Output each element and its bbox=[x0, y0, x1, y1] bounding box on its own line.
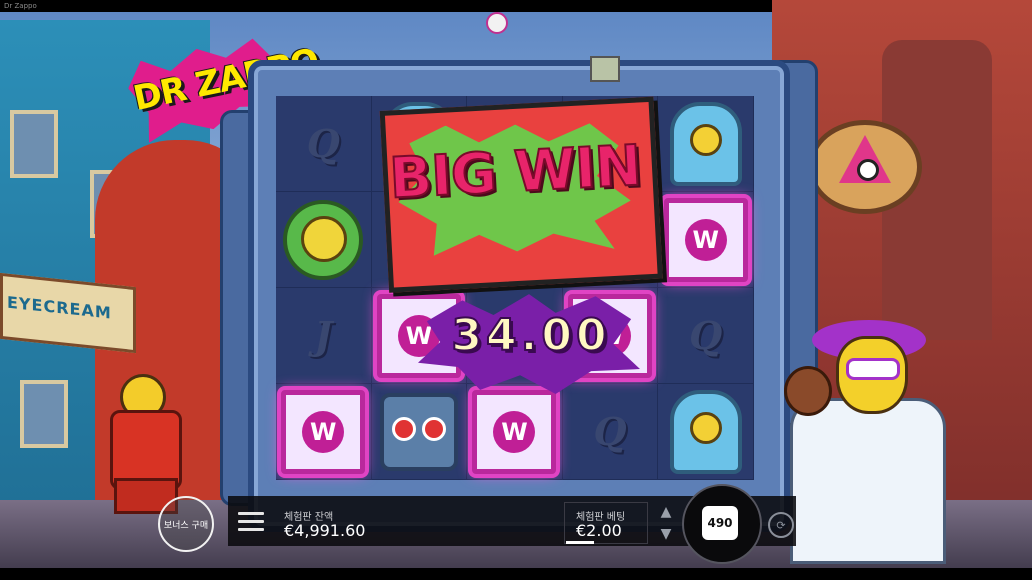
eyecream-shop-sign: EYECREAM bbox=[0, 272, 136, 354]
big-win-text: BIG WIN bbox=[387, 132, 644, 212]
arrow-down-icon[interactable]: ▼ bbox=[656, 526, 676, 542]
reel-cell bbox=[658, 96, 754, 192]
menu-icon[interactable] bbox=[238, 512, 264, 534]
machine-antenna bbox=[590, 56, 620, 82]
arrow-up-icon[interactable]: ▲ bbox=[656, 504, 676, 520]
alien-symbol bbox=[669, 101, 742, 186]
reel-cell: Q bbox=[562, 384, 659, 480]
eye-triangle-sign bbox=[808, 120, 922, 214]
eye-icon bbox=[857, 159, 879, 181]
big-win-banner: BIG WIN bbox=[379, 96, 663, 293]
lab-coat bbox=[790, 398, 946, 564]
floating-eye-icon bbox=[486, 12, 508, 34]
wild-letter: W bbox=[302, 410, 345, 453]
symbol-q: Q bbox=[593, 409, 627, 454]
dr-zappo-character bbox=[776, 320, 960, 564]
menu-line bbox=[238, 520, 264, 523]
symbol-j: J bbox=[314, 313, 333, 358]
reel-cell: Q bbox=[276, 96, 372, 192]
reel-cell: J bbox=[276, 288, 372, 384]
menu-line bbox=[238, 528, 264, 531]
autoplay-icon[interactable]: ⟳ bbox=[768, 512, 794, 538]
reel-cell bbox=[276, 192, 372, 288]
monkey-sidekick bbox=[784, 366, 832, 416]
wild-letter: W bbox=[493, 410, 536, 453]
menu-line bbox=[238, 512, 264, 515]
reel-cell bbox=[658, 384, 754, 480]
win-amount: 34.00 bbox=[450, 309, 611, 362]
wild-letter: W bbox=[684, 218, 727, 261]
buy-bonus-button[interactable]: 보너스 구매 bbox=[158, 496, 214, 552]
bet-value: €2.00 bbox=[576, 521, 622, 540]
symbol-q: Q bbox=[689, 313, 723, 358]
bet-underline bbox=[566, 541, 594, 544]
glasses bbox=[846, 358, 900, 380]
red-suit-character bbox=[96, 374, 192, 514]
wild-symbol: W bbox=[472, 389, 557, 474]
shop-sign-text: EYECREAM bbox=[7, 292, 112, 323]
window-title: Dr Zappo bbox=[4, 2, 37, 10]
reel-cell bbox=[371, 384, 468, 480]
wild-symbol: W bbox=[663, 197, 748, 282]
building-window bbox=[10, 110, 58, 178]
alien-symbol bbox=[669, 389, 742, 474]
buy-bonus-label: 보너스 구매 bbox=[163, 520, 209, 531]
building-window bbox=[20, 380, 68, 448]
reel-cell: W bbox=[658, 192, 754, 288]
wild-symbol: W bbox=[281, 389, 366, 474]
balance-value: €4,991.60 bbox=[284, 521, 366, 540]
reel-cell: W bbox=[276, 384, 372, 480]
bottom-border bbox=[0, 568, 1032, 580]
reel-cell: W bbox=[467, 384, 563, 480]
spin-button[interactable]: 490 bbox=[702, 506, 738, 540]
reel-cell: Q bbox=[658, 288, 754, 384]
symbol-q: Q bbox=[306, 121, 340, 166]
clown-symbol bbox=[283, 199, 364, 280]
robot-symbol bbox=[379, 392, 458, 471]
